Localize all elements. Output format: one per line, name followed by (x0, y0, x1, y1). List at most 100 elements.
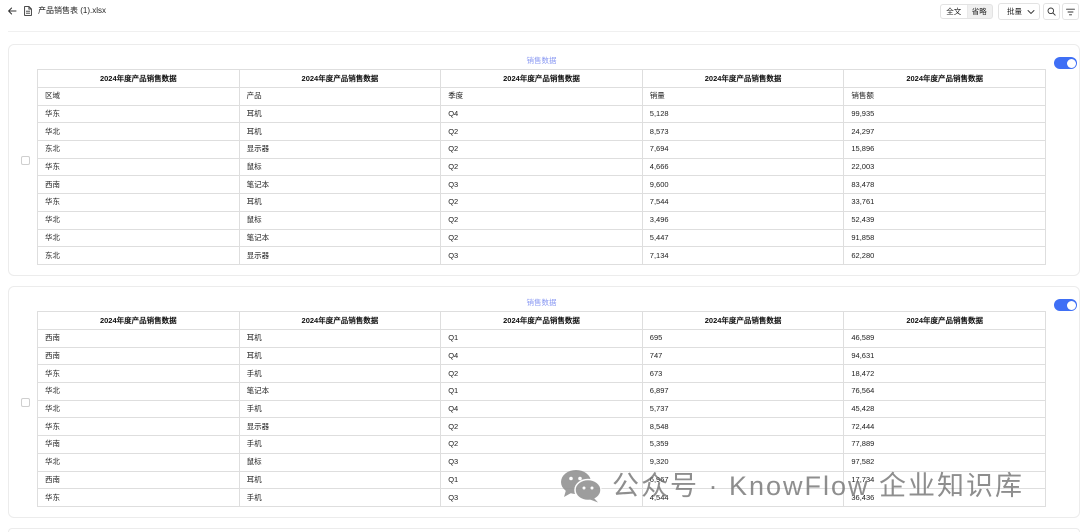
table-cell: 华东 (37, 417, 240, 437)
table-cell: 销量 (641, 87, 845, 106)
table-row: 华北 鼠标 Q2 3,496 52,439 (37, 210, 1046, 230)
table-cell: 鼠标 (238, 157, 442, 177)
table-cell: 华东 (37, 157, 240, 177)
sheet-card (8, 528, 1080, 532)
table-cell: 77,889 (843, 435, 1046, 454)
table-cell: Q2 (440, 157, 643, 177)
table-cell: 季度 (440, 87, 643, 106)
table-cell: 673 (641, 364, 845, 384)
table-cell: 华南 (37, 435, 240, 454)
column-header: 2024年度产品销售数据 (238, 311, 442, 330)
file-icon (23, 5, 32, 17)
table-row: 华南 手机 Q2 5,359 77,889 (37, 435, 1046, 454)
table-cell: 手机 (238, 488, 442, 507)
table-cell: 24,297 (843, 122, 1046, 142)
toggle-knob (1066, 300, 1076, 310)
table-cell: Q1 (440, 470, 643, 490)
table-cell: Q4 (440, 104, 643, 124)
table-cell: 显示器 (238, 140, 442, 159)
table-cell: 7,134 (641, 246, 845, 265)
table-cell: 33,761 (843, 193, 1046, 212)
table-cell: Q2 (440, 228, 643, 248)
table-row: 华东 耳机 Q4 5,128 99,935 (37, 104, 1046, 124)
data-table: 2024年度产品销售数据 2024年度产品销售数据 2024年度产品销售数据 2024… (37, 311, 1046, 507)
table-cell: 4,544 (641, 488, 845, 507)
sheet-title: 销售数据 (526, 298, 557, 307)
table-row: 华北 鼠标 Q3 9,320 97,582 (37, 452, 1046, 472)
table-cell: 华东 (37, 488, 240, 507)
table-cell: Q2 (440, 364, 643, 384)
table-cell: 耳机 (238, 193, 442, 212)
sheet-title: 销售数据 (526, 56, 557, 65)
sheet-enable-toggle[interactable] (1054, 299, 1077, 311)
table-header-row: 2024年度产品销售数据 2024年度产品销售数据 2024年度产品销售数据 2024… (37, 311, 1046, 330)
table-row: 东北 显示器 Q2 7,694 15,896 (37, 140, 1046, 159)
table-cell: Q1 (440, 382, 643, 401)
table-cell: 15,896 (843, 140, 1046, 159)
view-mode-switch: 全文 省略 (940, 4, 993, 19)
table-cell: 99,935 (843, 104, 1046, 124)
table-cell: 西南 (37, 175, 240, 195)
table-cell: 7,694 (641, 140, 845, 159)
table-cell: Q2 (440, 122, 643, 142)
table-cell: 3,496 (641, 210, 845, 230)
filter-icon (1066, 8, 1075, 15)
table-cell: 72,444 (843, 417, 1046, 437)
table-cell: 46,589 (843, 329, 1046, 348)
view-mode-full[interactable]: 全文 (941, 5, 967, 18)
table-cell: 22,003 (843, 157, 1046, 177)
table-cell: 笔记本 (238, 175, 442, 195)
table-cell: 17,734 (843, 470, 1046, 490)
table-cell: 华东 (37, 193, 240, 212)
table-cell: 5,128 (641, 104, 845, 124)
table-cell: 4,666 (641, 157, 845, 177)
table-cell: 52,439 (843, 210, 1046, 230)
table-cell: 笔记本 (238, 382, 442, 401)
table-cell: 华东 (37, 104, 240, 124)
sheet-select-checkbox[interactable] (21, 398, 30, 407)
table-header-row: 2024年度产品销售数据 2024年度产品销售数据 2024年度产品销售数据 2024… (37, 69, 1046, 88)
table-row: 华东 耳机 Q2 7,544 33,761 (37, 193, 1046, 212)
column-header: 2024年度产品销售数据 (843, 311, 1046, 330)
table-cell: 97,582 (843, 452, 1046, 472)
table-cell: Q3 (440, 175, 643, 195)
toggle-knob (1066, 58, 1076, 68)
sheet-select-checkbox[interactable] (21, 156, 30, 165)
view-mode-brief[interactable]: 省略 (967, 5, 993, 18)
table-cell: 华北 (37, 210, 240, 230)
table-cell: 华北 (37, 452, 240, 472)
table-cell: 西南 (37, 329, 240, 348)
table-cell: 94,631 (843, 346, 1046, 366)
table-cell: 76,564 (843, 382, 1046, 401)
table-cell: 东北 (37, 140, 240, 159)
batch-dropdown[interactable]: 批量 (998, 3, 1040, 20)
table-cell: 695 (641, 329, 845, 348)
table-cell: Q1 (440, 329, 643, 348)
data-table: 2024年度产品销售数据 2024年度产品销售数据 2024年度产品销售数据 2024… (37, 69, 1046, 265)
table-cell: 18,472 (843, 364, 1046, 384)
arrow-left-icon (8, 7, 17, 15)
filter-button[interactable] (1062, 3, 1079, 20)
column-header: 2024年度产品销售数据 (37, 69, 240, 88)
column-header: 2024年度产品销售数据 (641, 69, 845, 88)
table-row: 东北 显示器 Q3 7,134 62,280 (37, 246, 1046, 265)
table-cell: 鼠标 (238, 452, 442, 472)
table-head: 2024年度产品销售数据 2024年度产品销售数据 2024年度产品销售数据 2024… (37, 311, 1046, 330)
table-cell: 62,280 (843, 246, 1046, 265)
table-row: 华东 手机 Q3 4,544 36,436 (37, 488, 1046, 507)
table-cell: 9,600 (641, 175, 845, 195)
chevron-down-icon (1027, 9, 1035, 15)
table-body: 西南 耳机 Q1 695 46,589 西南 耳机 Q4 747 94,631 华东 手机 Q2 673 1… (37, 329, 1046, 507)
table-cell: 6,897 (641, 382, 845, 401)
search-button[interactable] (1043, 3, 1060, 20)
table-cell: 显示器 (238, 417, 442, 437)
table-row: 华北 耳机 Q2 8,573 24,297 (37, 122, 1046, 142)
table-cell: 747 (641, 346, 845, 366)
table-cell: 手机 (238, 435, 442, 454)
sheet-enable-toggle[interactable] (1054, 57, 1077, 69)
table-row: 华东 鼠标 Q2 4,666 22,003 (37, 157, 1046, 177)
table-cell: 5,737 (641, 399, 845, 419)
table-cell: 耳机 (238, 346, 442, 366)
back-button[interactable] (6, 5, 18, 17)
table-cell: 手机 (238, 364, 442, 384)
